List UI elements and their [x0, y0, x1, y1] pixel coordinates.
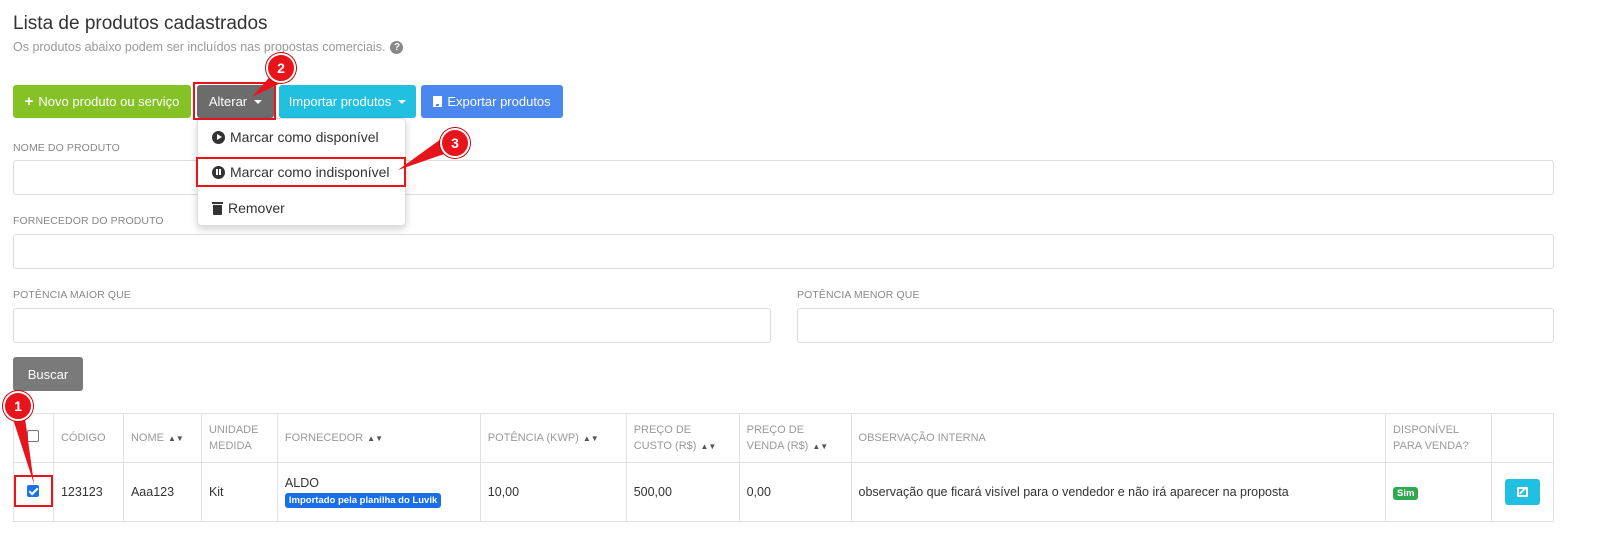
row-checkbox[interactable]	[27, 484, 40, 497]
row-select-cell	[13, 462, 54, 522]
table-header-row: CÓDIGO NOME ▲▼ UNIDADE MEDIDA FORNECEDOR ▲…	[13, 413, 1555, 463]
edit-button[interactable]	[1504, 479, 1540, 505]
column-unit: UNIDADE MEDIDA	[200, 413, 278, 463]
change-label: Alterar	[208, 94, 248, 109]
menu-item-label: Marcar como disponível	[230, 129, 379, 145]
trash-icon	[212, 201, 223, 215]
column-cost-label: PREÇO DE CUSTO (R$)	[633, 423, 697, 452]
column-cost-price[interactable]: PREÇO DE CUSTO (R$) ▲▼	[625, 413, 740, 463]
import-products-button[interactable]: Importar produtos	[279, 85, 416, 118]
select-all-checkbox[interactable]	[27, 429, 40, 442]
column-power[interactable]: POTÊNCIA (KWP) ▲▼	[479, 413, 627, 463]
column-code: CÓDIGO	[52, 413, 124, 463]
column-name[interactable]: NOME ▲▼	[122, 413, 202, 463]
product-name-label: NOME DO PRODUTO	[13, 142, 120, 154]
menu-item-label: Remover	[228, 200, 285, 216]
column-note: OBSERVAÇÃO INTERNA	[850, 413, 1387, 463]
cell-power: 10,00	[479, 462, 627, 522]
cell-name: Aaa123	[122, 462, 202, 522]
column-available: DISPONÍVEL PARA VENDA?	[1385, 413, 1492, 463]
column-supplier[interactable]: FORNECEDOR ▲▼	[276, 413, 481, 463]
column-power-label: POTÊNCIA (KWP)	[487, 431, 579, 444]
new-product-label: Novo produto ou serviço	[38, 94, 180, 109]
available-badge: Sim	[1393, 486, 1419, 500]
column-note-label: OBSERVAÇÃO INTERNA	[858, 432, 986, 444]
import-source-badge: Importado pela planilha do Luvik	[284, 493, 442, 508]
change-dropdown-button[interactable]: Alterar	[197, 85, 274, 118]
help-icon[interactable]: ?	[390, 40, 404, 54]
power-greater-label: POTÊNCIA MAIOR QUE	[13, 289, 131, 301]
menu-item-mark-available[interactable]: Marcar como disponível	[212, 129, 379, 145]
cell-supplier: ALDO Importado pela planilha do Luvik	[276, 462, 481, 522]
page-subtitle-text: Os produtos abaixo podem ser incluídos n…	[13, 40, 386, 54]
pause-circle-icon	[212, 165, 225, 179]
cell-available: Sim	[1385, 462, 1492, 522]
column-actions	[1490, 413, 1555, 463]
sort-icon[interactable]: ▲▼	[583, 431, 599, 447]
step-marker-3: 3	[440, 128, 470, 158]
cell-cost-price: 500,00	[625, 462, 740, 522]
step-marker-2: 2	[266, 53, 296, 83]
menu-item-remove[interactable]: Remover	[212, 200, 285, 216]
power-less-input[interactable]	[797, 308, 1554, 343]
sort-icon[interactable]: ▲▼	[700, 439, 716, 455]
cell-sale-price: 0,00	[738, 462, 852, 522]
export-label: Exportar produtos	[447, 94, 551, 109]
import-label: Importar produtos	[288, 94, 392, 109]
column-sale-label: PREÇO DE VENDA (R$)	[746, 423, 809, 452]
supplier-label: FORNECEDOR DO PRODUTO	[13, 215, 164, 227]
products-table: CÓDIGO NOME ▲▼ UNIDADE MEDIDA FORNECEDOR ▲…	[13, 413, 1555, 522]
sort-icon[interactable]: ▲▼	[367, 431, 383, 447]
edit-icon	[1516, 487, 1528, 497]
caret-down-icon	[398, 99, 407, 104]
supplier-name: ALDO	[284, 476, 319, 490]
page-subtitle: Os produtos abaixo podem ser incluídos n…	[13, 40, 404, 54]
menu-item-mark-unavailable[interactable]: Marcar como indisponível	[212, 164, 390, 180]
table-row: 123123 Aaa123 Kit ALDO Importado pela pl…	[13, 462, 1555, 522]
search-button[interactable]: Buscar	[13, 357, 83, 391]
cell-note: observação que ficará visível para o ven…	[850, 462, 1387, 522]
page-title: Lista de produtos cadastrados	[13, 13, 268, 34]
column-available-label: DISPONÍVEL PARA VENDA?	[1393, 424, 1469, 452]
new-product-button[interactable]: + Novo produto ou serviço	[13, 85, 191, 118]
cell-actions	[1490, 462, 1555, 522]
cell-code: 123123	[52, 462, 124, 522]
plus-icon: +	[24, 93, 34, 110]
change-dropdown-menu: Marcar como disponível Marcar como indis…	[197, 118, 406, 226]
column-name-label: NOME	[130, 431, 164, 444]
step-marker-1: 1	[3, 391, 33, 421]
play-circle-icon	[212, 130, 225, 144]
column-sale-price[interactable]: PREÇO DE VENDA (R$) ▲▼	[738, 413, 852, 463]
power-less-label: POTÊNCIA MENOR QUE	[797, 289, 920, 301]
supplier-input[interactable]	[13, 234, 1554, 269]
cell-unit: Kit	[200, 462, 278, 522]
sort-icon[interactable]: ▲▼	[168, 431, 184, 447]
caret-down-icon	[254, 99, 263, 104]
column-unit-label: UNIDADE MEDIDA	[208, 424, 259, 452]
menu-item-label: Marcar como indisponível	[230, 164, 390, 180]
export-products-button[interactable]: Exportar produtos	[421, 85, 563, 118]
file-export-icon	[433, 96, 443, 107]
column-supplier-label: FORNECEDOR	[284, 431, 364, 444]
sort-icon[interactable]: ▲▼	[812, 439, 828, 455]
power-greater-input[interactable]	[13, 308, 771, 343]
column-code-label: CÓDIGO	[60, 432, 106, 444]
